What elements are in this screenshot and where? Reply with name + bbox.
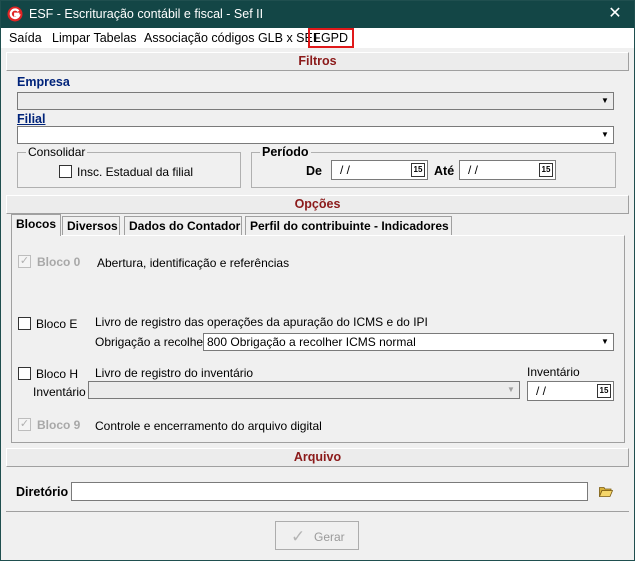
diretorio-input[interactable] xyxy=(71,482,588,501)
menu-saida[interactable]: Saída xyxy=(5,30,46,47)
menu-lgpd[interactable]: LGPD xyxy=(308,28,355,48)
de-date-input[interactable]: / / 15 xyxy=(331,160,428,180)
ate-label: Até xyxy=(434,164,455,178)
consolidar-title: Consolidar xyxy=(26,145,88,159)
arquivo-header: Arquivo xyxy=(6,448,629,467)
filial-label: Filial xyxy=(17,112,46,126)
ate-date-input[interactable]: / / 15 xyxy=(459,160,556,180)
inventario-date-label: Inventário xyxy=(527,365,580,379)
blocoH-label: Bloco H xyxy=(36,367,79,381)
blocoE-checkbox[interactable] xyxy=(18,317,31,330)
periodo-title: Período xyxy=(260,145,311,159)
de-label: De xyxy=(306,164,322,178)
chevron-down-icon: ▼ xyxy=(601,130,609,139)
footer-divider xyxy=(6,511,629,512)
window-title: ESF - Escrituração contábil e fiscal - S… xyxy=(29,7,264,21)
gerar-button[interactable]: ✓ Gerar xyxy=(275,521,359,550)
bloco0-label: Bloco 0 xyxy=(37,255,81,269)
blocoE-desc: Livro de registro das operações da apura… xyxy=(95,315,428,329)
insc-estadual-checkbox[interactable] xyxy=(59,165,72,178)
blocoH-desc: Livro de registro do inventário xyxy=(95,366,254,380)
bloco0-checkbox[interactable]: ✓ xyxy=(18,255,31,268)
tab-blocos[interactable]: Blocos xyxy=(11,214,61,236)
menu-associacao-codigos[interactable]: Associação códigos GLB x SEF xyxy=(140,30,324,47)
close-button[interactable]: ✕ xyxy=(604,4,626,24)
empresa-select[interactable]: ▼ xyxy=(17,92,614,110)
bloco9-desc: Controle e encerramento do arquivo digit… xyxy=(95,419,322,433)
calendar-icon[interactable]: 15 xyxy=(411,163,425,177)
filial-select[interactable]: ▼ xyxy=(17,126,614,144)
diretorio-label: Diretório xyxy=(16,485,69,499)
chevron-down-icon: ▼ xyxy=(601,96,609,105)
tab-diversos[interactable]: Diversos xyxy=(62,216,120,236)
empresa-label: Empresa xyxy=(17,75,70,89)
inventario-date-input[interactable]: / / 15 xyxy=(527,381,614,401)
chevron-down-icon: ▼ xyxy=(601,337,609,346)
folder-icon[interactable] xyxy=(599,486,613,497)
filtros-header: Filtros xyxy=(6,52,629,71)
menu-bar: Saída Limpar Tabelas Associação códigos … xyxy=(1,28,634,48)
main-window: ESF - Escrituração contábil e fiscal - S… xyxy=(0,0,635,561)
menu-limpar-tabelas[interactable]: Limpar Tabelas xyxy=(48,30,141,47)
blocoH-checkbox[interactable] xyxy=(18,367,31,380)
check-icon: ✓ xyxy=(291,527,306,546)
obrigacao-select[interactable]: 800 Obrigação a recolher ICMS normal ▼ xyxy=(203,333,614,351)
insc-estadual-label: Insc. Estadual da filial xyxy=(77,165,194,179)
inventario-label: Inventário xyxy=(33,385,86,399)
tab-perfil-contribuinte[interactable]: Perfil do contribuinte - Indicadores xyxy=(245,216,452,236)
bloco9-label: Bloco 9 xyxy=(37,418,81,432)
bloco9-checkbox[interactable]: ✓ xyxy=(18,418,31,431)
blocoE-label: Bloco E xyxy=(36,317,78,331)
app-logo-icon xyxy=(7,6,23,22)
calendar-icon[interactable]: 15 xyxy=(539,163,553,177)
title-bar: ESF - Escrituração contábil e fiscal - S… xyxy=(1,1,634,28)
bloco0-desc: Abertura, identificação e referências xyxy=(97,256,290,270)
tab-dados-contador[interactable]: Dados do Contador xyxy=(124,216,242,236)
gerar-label: Gerar xyxy=(314,530,345,544)
inventario-select[interactable]: ▼ xyxy=(88,381,520,399)
chevron-down-icon: ▼ xyxy=(507,385,515,394)
obrigacao-label: Obrigação a recolher xyxy=(95,335,208,349)
opcoes-header: Opções xyxy=(6,195,629,214)
calendar-icon[interactable]: 15 xyxy=(597,384,611,398)
